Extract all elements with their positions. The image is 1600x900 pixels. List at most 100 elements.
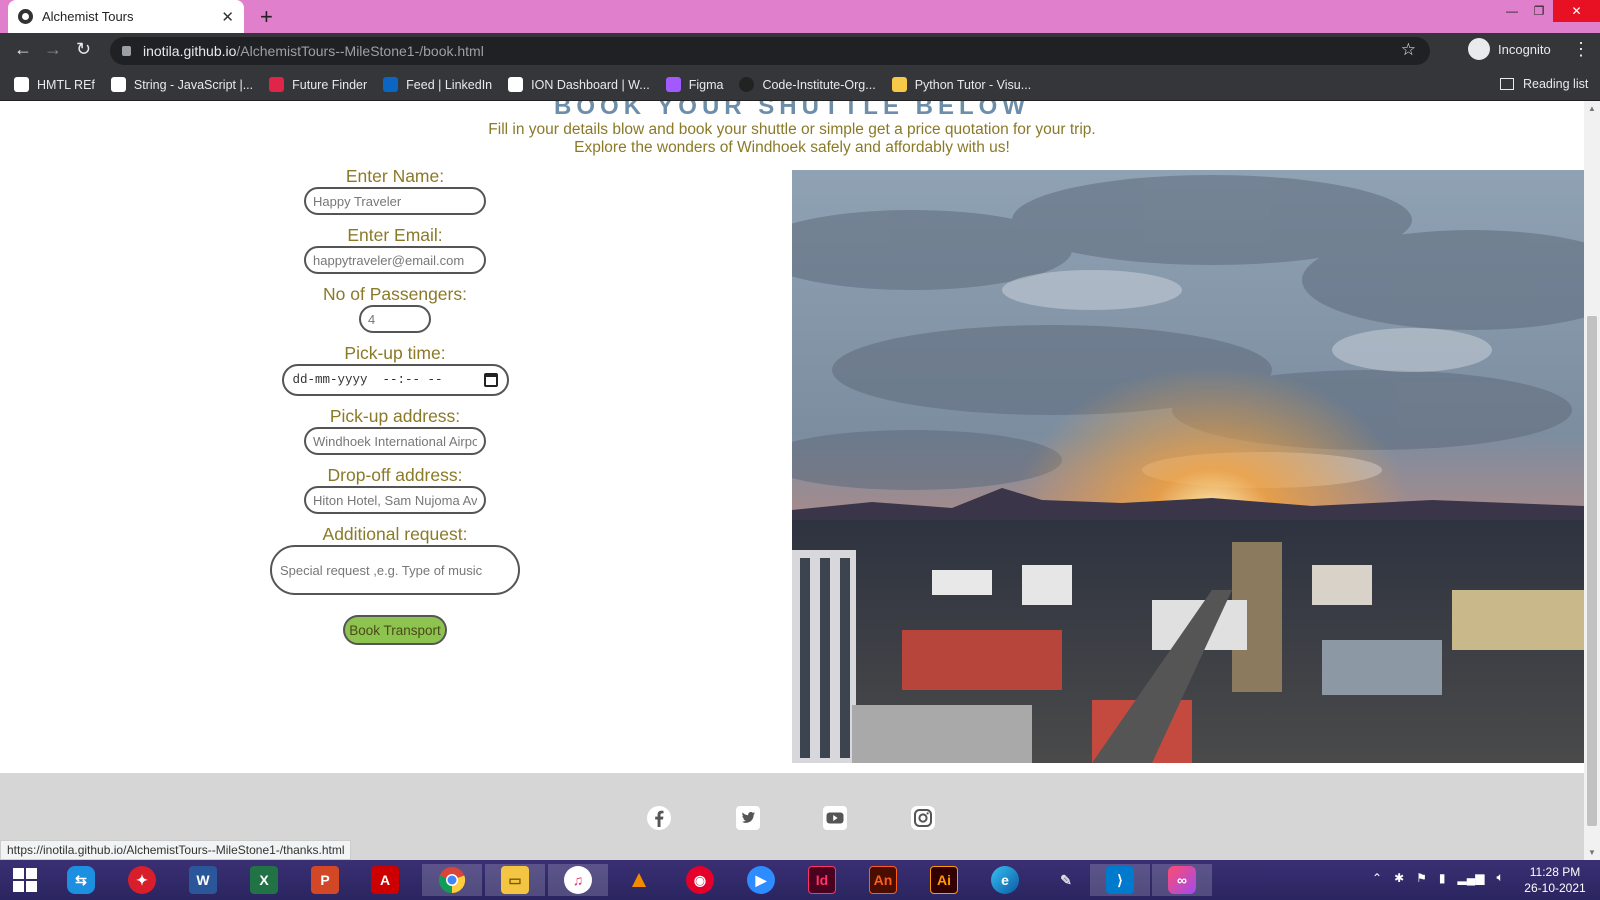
intro-line: Fill in your details blow and book your … (488, 121, 1096, 138)
start-button[interactable] (0, 864, 50, 896)
animate-taskbar-app[interactable]: An (858, 864, 908, 896)
scrollbar-thumb[interactable] (1587, 316, 1597, 826)
more-menu-icon[interactable]: ⋮ (1572, 39, 1590, 60)
pickup-time-input[interactable]: dd-mm-yyyy --:-- -- (281, 364, 509, 396)
itunes-taskbar-app[interactable]: ♫ (548, 864, 608, 896)
passengers-input[interactable] (359, 305, 431, 333)
page-scrollbar[interactable]: ▲ ▼ (1584, 101, 1600, 860)
bookmark-item[interactable]: Code-Institute-Org... (739, 77, 876, 92)
incognito-profile-button[interactable]: Incognito (1468, 38, 1551, 60)
bookmark-item[interactable]: HMTL REf (14, 77, 95, 92)
figma-icon (665, 77, 681, 92)
acrobat-icon: A (371, 866, 399, 894)
scroll-down-arrow-icon[interactable]: ▼ (1588, 848, 1596, 857)
wix-icon (508, 77, 524, 92)
reading-list-icon (1500, 78, 1514, 90)
bookmark-star-icon[interactable]: ☆ (1401, 40, 1416, 60)
youtube-icon[interactable] (822, 805, 848, 831)
windows-start-icon (13, 868, 37, 892)
powerpoint-taskbar-app[interactable]: P (300, 864, 350, 896)
pickup-time-value: dd-mm-yyyy --:-- -- (292, 373, 443, 387)
itunes-icon: ♫ (564, 866, 592, 894)
reading-list-label: Reading list (1523, 77, 1589, 91)
chrome-icon (438, 867, 466, 894)
antivirus-icon: ✦ (128, 866, 156, 894)
request-label: Additional request: (322, 524, 468, 544)
book-transport-button[interactable]: Book Transport (343, 615, 447, 645)
teamviewer-taskbar-app[interactable]: ⇆ (56, 864, 106, 896)
pickup-address-input[interactable] (304, 427, 486, 455)
url-path: /AlchemistTours--MileStone1-/book.html (236, 43, 484, 59)
close-tab-icon[interactable]: ✕ (221, 8, 234, 26)
close-window-button[interactable]: ✕ (1553, 0, 1600, 22)
pickup-time-label: Pick-up time: (344, 343, 446, 363)
incognito-icon (1468, 38, 1490, 60)
page-content: BOOK YOUR SHUTTLE BELOW Fill in your det… (0, 101, 1584, 860)
taskbar-clock[interactable]: 11:28 PM 26-10-2021 (1520, 864, 1590, 896)
bluetooth-icon[interactable]: ✱ (1394, 871, 1404, 885)
request-input[interactable] (270, 545, 520, 595)
scroll-up-arrow-icon[interactable]: ▲ (1588, 104, 1596, 113)
bookmark-label: Python Tutor - Visu... (914, 77, 1032, 92)
name-input[interactable] (304, 187, 486, 215)
dropoff-address-input[interactable] (304, 486, 486, 514)
vscode-taskbar-app[interactable]: ⟩ (1090, 864, 1150, 896)
back-arrow-icon[interactable]: ← (14, 39, 32, 60)
word-taskbar-app[interactable]: W (178, 864, 228, 896)
bookmark-label: String - JavaScript |... (133, 77, 254, 92)
pen-icon: ✎ (1060, 871, 1072, 888)
facebook-icon[interactable] (646, 805, 672, 831)
browser-tab[interactable]: Alchemist Tours ✕ (8, 0, 244, 33)
creative-cloud-taskbar-app[interactable]: ∞ (1152, 864, 1212, 896)
bookmark-item[interactable]: Future Finder (269, 77, 367, 92)
bookmark-icon (110, 77, 126, 92)
battery-icon[interactable]: ▮ (1439, 871, 1446, 885)
email-input[interactable] (304, 246, 486, 274)
booking-form: Enter Name: Enter Email: No of Passenger… (260, 165, 530, 645)
vlc-taskbar-app[interactable]: ▲ (614, 864, 664, 896)
reading-list-button[interactable]: Reading list (1500, 77, 1588, 91)
bookmark-label: Figma (688, 77, 724, 92)
zoom-taskbar-app[interactable]: ▶ (736, 864, 786, 896)
animate-icon: An (869, 866, 897, 894)
bookmark-item[interactable]: Feed | LinkedIn (383, 77, 492, 92)
dropoff-address-label: Drop-off address: (327, 465, 463, 485)
passengers-label: No of Passengers: (323, 284, 467, 304)
screen-recorder-taskbar-app[interactable]: ◉ (675, 864, 725, 896)
indesign-taskbar-app[interactable]: Id (797, 864, 847, 896)
chrome-taskbar-app[interactable] (422, 864, 482, 896)
antivirus-taskbar-app[interactable]: ✦ (117, 864, 167, 896)
intro-line: Explore the wonders of Windhoek safely a… (574, 139, 1010, 156)
bookmark-item[interactable]: String - JavaScript |... (110, 77, 254, 92)
indesign-icon: Id (808, 866, 836, 894)
restore-window-button[interactable]: ❐ (1521, 0, 1557, 22)
new-tab-button[interactable]: + (260, 4, 273, 30)
volume-icon[interactable]: 🔈︎ (1496, 870, 1503, 885)
edge-taskbar-app[interactable]: e (980, 864, 1030, 896)
calendar-icon[interactable] (483, 373, 498, 387)
twitter-icon[interactable] (735, 805, 761, 831)
address-bar[interactable]: inotila.github.io/AlchemistTours--MileSt… (110, 37, 1430, 65)
bookmark-label: HMTL REf (37, 77, 95, 92)
action-flag-icon[interactable]: ⚑ (1416, 871, 1427, 885)
bookmark-item[interactable]: Figma (665, 77, 724, 92)
site-favicon-icon (18, 9, 33, 24)
bookmark-icon (14, 77, 29, 92)
network-icon[interactable]: ▂▄▆ (1458, 871, 1485, 885)
bookmark-item[interactable]: ION Dashboard | W... (508, 77, 650, 92)
acrobat-taskbar-app[interactable]: A (360, 864, 410, 896)
pen-tool-taskbar-app[interactable]: ✎ (1041, 864, 1091, 896)
file-explorer-taskbar-app[interactable]: ▭ (485, 864, 545, 896)
powerpoint-icon: P (311, 866, 339, 894)
url-host: inotila.github.io (143, 43, 237, 59)
forward-arrow-icon[interactable]: → (44, 39, 62, 60)
record-icon: ◉ (686, 866, 714, 894)
folder-icon: ▭ (501, 866, 529, 894)
illustrator-taskbar-app[interactable]: Ai (919, 864, 969, 896)
excel-taskbar-app[interactable]: X (239, 864, 289, 896)
bookmark-item[interactable]: Python Tutor - Visu... (891, 77, 1032, 92)
instagram-icon[interactable] (910, 805, 936, 831)
zoom-icon: ▶ (747, 866, 775, 894)
reload-icon[interactable]: ↻ (76, 39, 91, 60)
show-hidden-icons-chevron-icon[interactable]: ⌃ (1372, 871, 1382, 885)
